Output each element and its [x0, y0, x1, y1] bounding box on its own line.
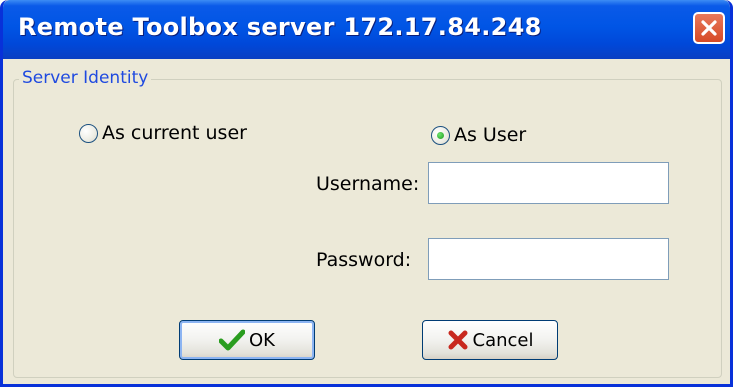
dialog-window: Remote Toolbox server 172.17.84.248 Serv…: [0, 0, 733, 387]
checkmark-icon: [219, 329, 245, 351]
cancel-button[interactable]: Cancel: [422, 320, 558, 360]
window-title: Remote Toolbox server 172.17.84.248: [18, 13, 542, 41]
radio-selected-dot: [437, 131, 444, 139]
title-bar[interactable]: Remote Toolbox server 172.17.84.248: [3, 0, 730, 59]
ok-label: OK: [249, 329, 275, 351]
as-user-label[interactable]: As User: [454, 124, 526, 146]
ok-button[interactable]: OK: [179, 320, 315, 360]
password-field[interactable]: [428, 238, 669, 280]
group-legend: Server Identity: [19, 68, 152, 88]
username-label: Username:: [316, 173, 420, 195]
username-field[interactable]: [428, 162, 669, 204]
close-icon: [701, 20, 717, 36]
close-button[interactable]: [693, 12, 725, 44]
x-icon: [448, 330, 467, 350]
password-label: Password:: [316, 249, 412, 271]
as-current-user-radio[interactable]: As current user: [79, 122, 247, 144]
as-user-radio[interactable]: As User: [431, 124, 526, 146]
cancel-label: Cancel: [472, 329, 534, 351]
radio-circle-as-user[interactable]: [431, 125, 450, 145]
radio-circle-current-user[interactable]: [79, 123, 98, 143]
as-current-user-label[interactable]: As current user: [102, 122, 247, 144]
